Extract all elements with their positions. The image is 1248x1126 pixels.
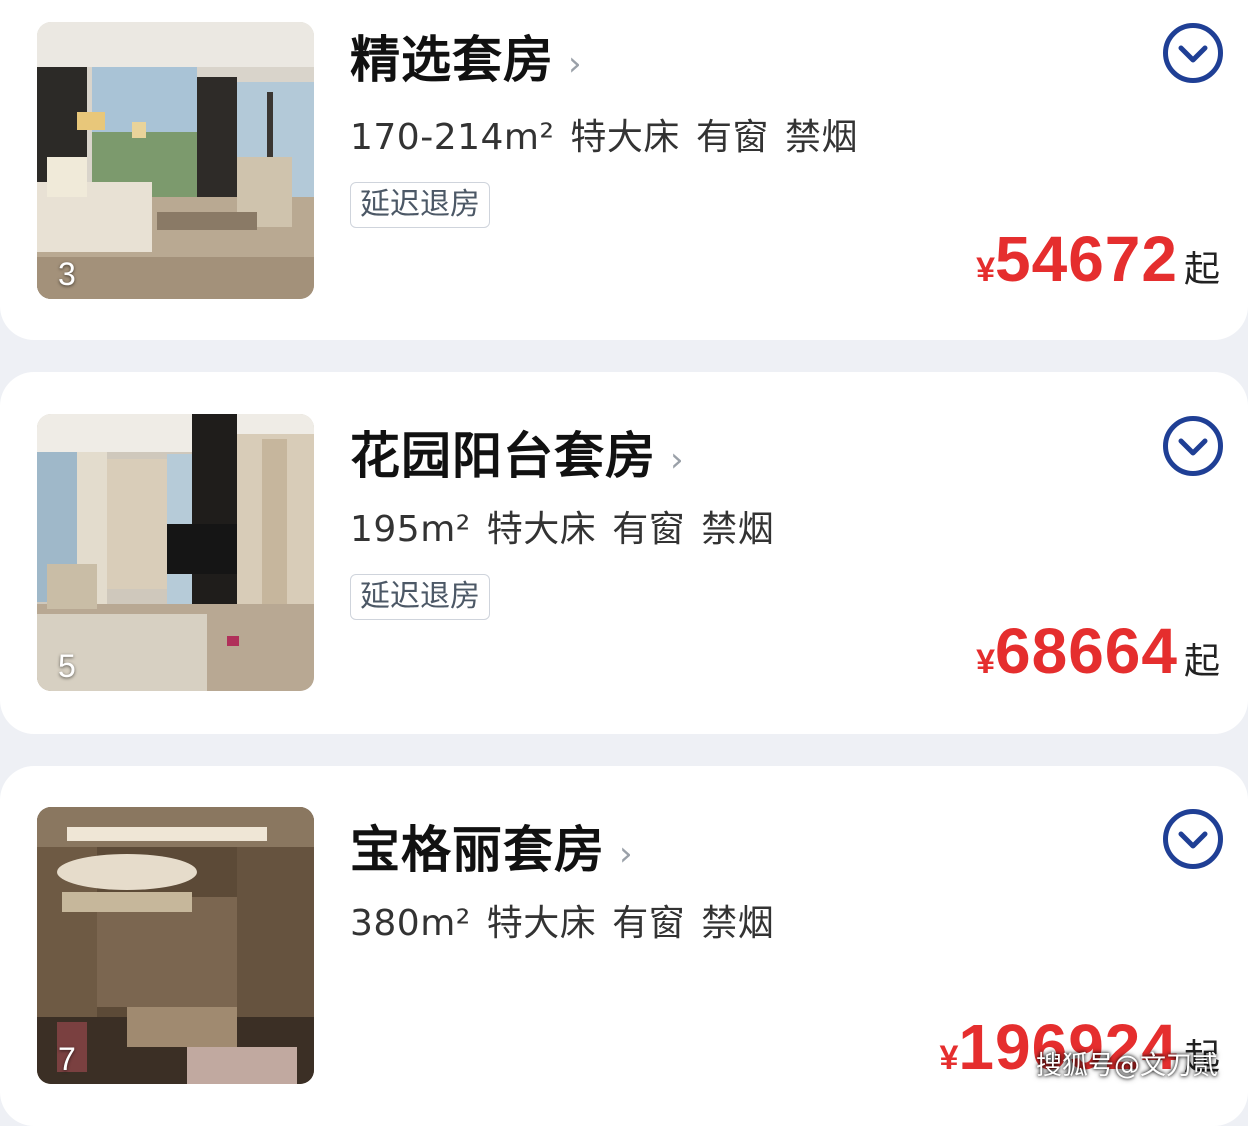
- chevron-right-icon: ›: [670, 439, 685, 480]
- photo-count: 5: [58, 648, 76, 684]
- window-info: 有窗: [612, 903, 686, 944]
- photo-count: 7: [58, 1041, 76, 1077]
- smoking-info: 禁烟: [784, 117, 858, 158]
- window-info: 有窗: [695, 117, 769, 158]
- room-photo[interactable]: 5: [37, 414, 314, 691]
- room-size: 195m²: [350, 509, 471, 550]
- price-currency: ¥: [976, 643, 996, 681]
- price-suffix: 起: [1183, 249, 1220, 290]
- chevron-down-circle-icon[interactable]: [1162, 22, 1224, 84]
- smoking-info: 禁烟: [701, 903, 775, 944]
- chevron-right-icon: ›: [619, 833, 634, 874]
- photo-count: 3: [58, 256, 76, 292]
- bed-type: 特大床: [570, 117, 680, 158]
- room-photo-image: [37, 22, 314, 299]
- bed-type: 特大床: [486, 903, 597, 944]
- room-size: 170-214m²: [350, 117, 555, 158]
- room-price: ¥68664 起: [976, 614, 1220, 688]
- bed-type: 特大床: [486, 509, 597, 550]
- chevron-down-circle-icon[interactable]: [1162, 808, 1224, 870]
- room-size: 380m²: [350, 903, 471, 944]
- room-title[interactable]: 花园阳台套房 ›: [350, 416, 685, 488]
- window-info: 有窗: [612, 509, 686, 550]
- price-currency: ¥: [939, 1039, 959, 1077]
- room-card[interactable]: 3 精选套房 › 170-214m² 特大床 有窗 禁烟 延迟退房 ¥54672 起: [0, 0, 1248, 340]
- price-amount: 68664: [995, 615, 1178, 687]
- room-info: 380m² 特大床 有窗 禁烟: [350, 894, 790, 946]
- room-info: 195m² 特大床 有窗 禁烟: [350, 500, 790, 552]
- price-suffix: 起: [1183, 641, 1220, 682]
- chevron-right-icon: ›: [568, 43, 583, 84]
- smoking-info: 禁烟: [701, 509, 775, 550]
- room-price: ¥54672 起: [976, 222, 1220, 296]
- chevron-down-circle-icon[interactable]: [1162, 415, 1224, 477]
- room-title[interactable]: 精选套房 ›: [350, 20, 583, 92]
- watermark: 搜狐号@文刀贰: [1035, 1051, 1218, 1081]
- room-title-text: 花园阳台套房: [350, 427, 656, 485]
- room-title-text: 宝格丽套房: [350, 821, 605, 879]
- price-amount: 54672: [995, 223, 1178, 295]
- room-photo-image: [37, 807, 314, 1084]
- late-checkout-tag: 延迟退房: [350, 574, 490, 620]
- price-currency: ¥: [976, 251, 996, 289]
- room-title-text: 精选套房: [350, 31, 554, 89]
- room-photo[interactable]: 3: [37, 22, 314, 299]
- room-info: 170-214m² 特大床 有窗 禁烟: [350, 108, 874, 160]
- room-card[interactable]: 5 花园阳台套房 › 195m² 特大床 有窗 禁烟 延迟退房 ¥68664 起: [0, 372, 1248, 734]
- late-checkout-tag: 延迟退房: [350, 182, 490, 228]
- room-photo-image: [37, 414, 314, 691]
- room-photo[interactable]: 7: [37, 807, 314, 1084]
- room-title[interactable]: 宝格丽套房 ›: [350, 810, 634, 882]
